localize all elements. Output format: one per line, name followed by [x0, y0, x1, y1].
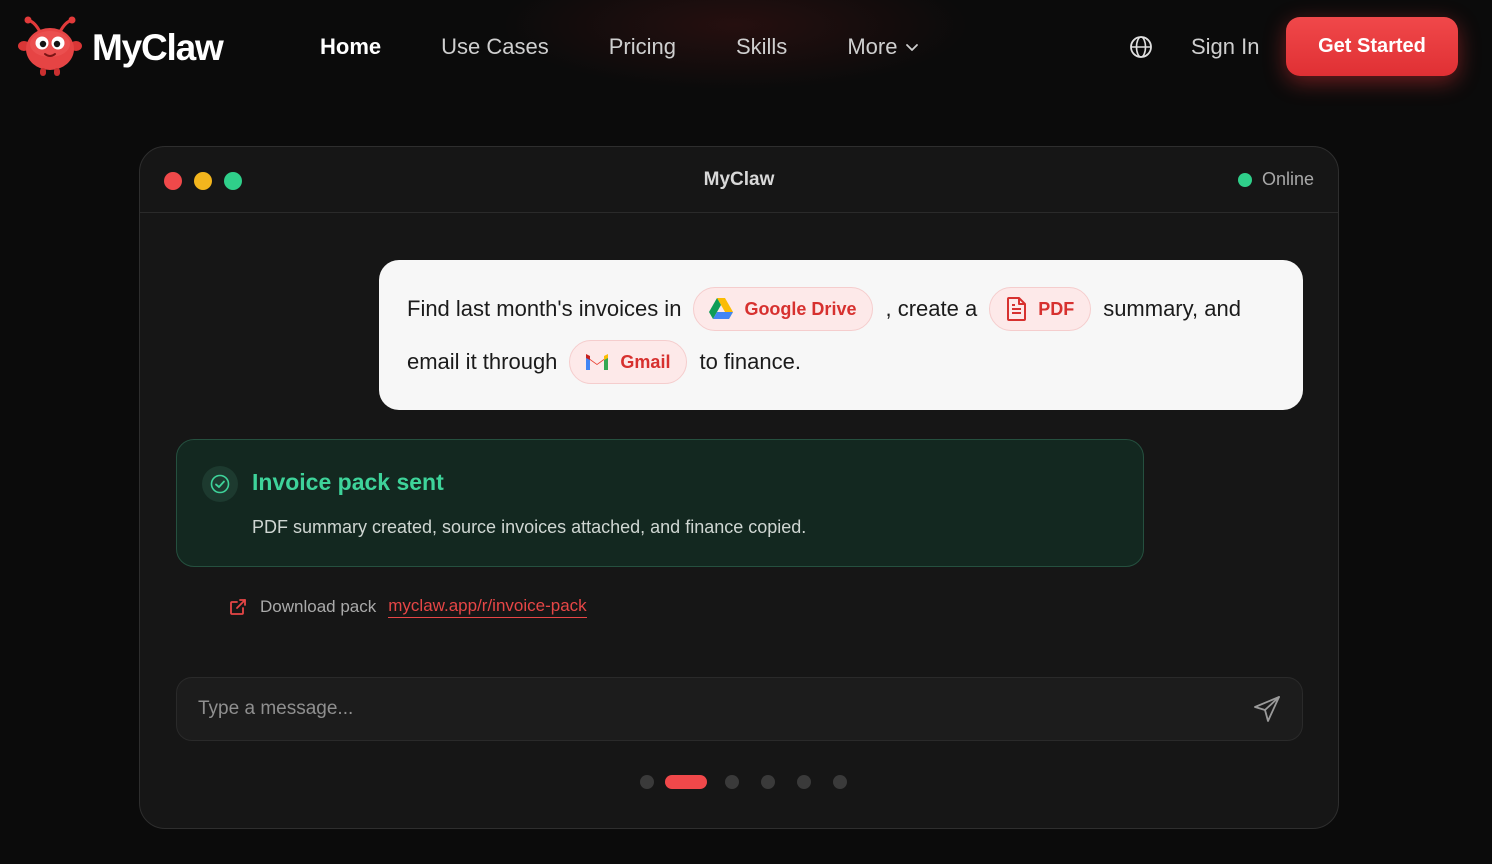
nav-link-more[interactable]: More	[847, 33, 919, 61]
message-text: summary, and	[1103, 296, 1241, 321]
result-card: Invoice pack sent PDF summary created, s…	[176, 439, 1144, 567]
send-icon[interactable]	[1252, 694, 1282, 724]
message-text: Find last month's invoices in	[407, 296, 682, 321]
google-drive-icon	[709, 298, 734, 319]
pager-dot[interactable]	[640, 775, 654, 789]
pager-dot-active[interactable]	[665, 775, 707, 789]
top-navigation: MyClaw Home Use Cases Pricing Skills Mor…	[0, 0, 1492, 94]
message-line-2: email it through Gmail to finance.	[407, 339, 801, 385]
message-composer	[176, 677, 1303, 741]
message-text: , create a	[885, 296, 978, 321]
claw-mascot-icon	[18, 16, 82, 76]
chat-window: MyClaw Online Find last month's invoices…	[139, 146, 1339, 829]
nav-link-home[interactable]: Home	[320, 33, 381, 61]
google-drive-chip[interactable]: Google Drive	[693, 287, 874, 331]
message-line-1: Find last month's invoices in Google Dri…	[407, 286, 1241, 332]
carousel-pager	[640, 775, 869, 789]
gmail-chip[interactable]: Gmail	[569, 340, 688, 384]
download-link[interactable]: myclaw.app/r/invoice-pack	[388, 596, 587, 618]
gmail-chip-label: Gmail	[620, 351, 671, 372]
window-titlebar: MyClaw Online	[140, 147, 1338, 213]
result-description: PDF summary created, source invoices att…	[252, 517, 807, 537]
pager-dot[interactable]	[797, 775, 811, 789]
status-dot-icon	[1237, 172, 1252, 187]
pager-dot[interactable]	[761, 775, 775, 789]
user-message-bubble: Find last month's invoices in Google Dri…	[379, 260, 1303, 410]
message-text: to finance.	[699, 349, 801, 374]
pdf-chip-label: PDF	[1038, 298, 1075, 319]
check-circle-icon	[202, 466, 238, 502]
gmail-icon	[586, 354, 609, 370]
get-started-button[interactable]: Get Started	[1286, 17, 1458, 76]
brand-name: MyClaw	[92, 26, 224, 68]
online-status: Online	[1237, 169, 1314, 190]
nav-link-skills[interactable]: Skills	[736, 33, 787, 61]
brand-logo[interactable]: MyClaw	[18, 16, 224, 78]
sign-in-link[interactable]: Sign In	[1191, 33, 1260, 61]
globe-icon[interactable]	[1128, 34, 1154, 60]
message-input[interactable]	[177, 678, 1227, 740]
message-text: email it through	[407, 349, 558, 374]
status-label: Online	[1261, 169, 1314, 189]
nav-links: Home Use Cases Pricing Skills More	[320, 33, 979, 61]
chevron-down-icon	[906, 44, 919, 51]
pdf-chip[interactable]: PDF	[989, 287, 1092, 331]
nav-link-pricing[interactable]: Pricing	[609, 33, 676, 61]
google-drive-chip-label: Google Drive	[744, 298, 857, 319]
pager-dot[interactable]	[725, 775, 739, 789]
external-link-icon[interactable]	[228, 597, 248, 617]
nav-link-more-label: More	[847, 34, 898, 59]
download-label: Download pack	[260, 597, 377, 616]
download-row: Download pack myclaw.app/r/invoice-pack	[228, 596, 587, 618]
result-title: Invoice pack sent	[252, 469, 444, 495]
pdf-file-icon	[1007, 297, 1027, 321]
pager-dot[interactable]	[833, 775, 847, 789]
nav-link-use-cases[interactable]: Use Cases	[441, 33, 549, 61]
window-title: MyClaw	[703, 169, 775, 190]
